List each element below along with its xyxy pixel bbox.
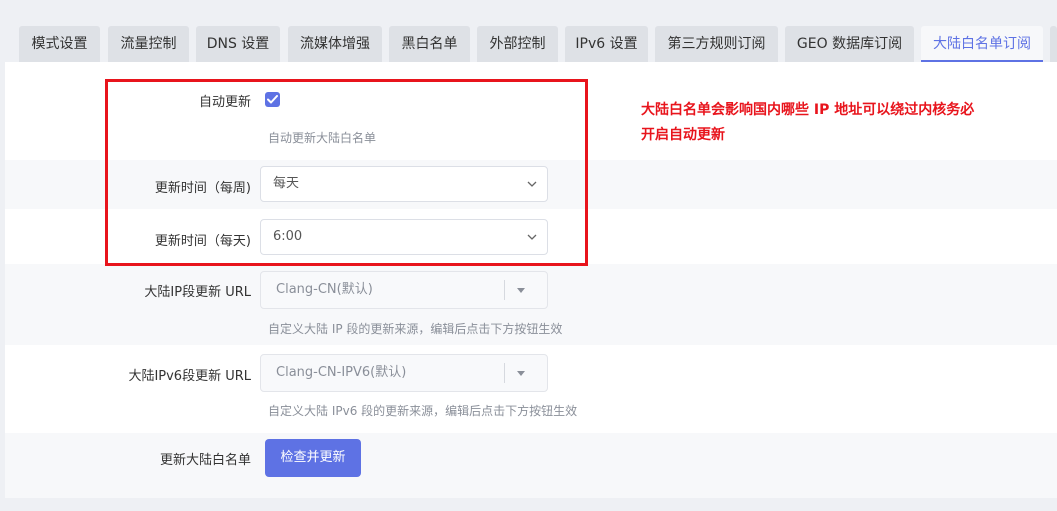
weekly-time-label: 更新时间（每周) xyxy=(154,181,251,196)
daily-time-select[interactable]: 6:00 xyxy=(260,219,548,255)
tab-traffic-control[interactable]: 流量控制 xyxy=(108,26,189,62)
auto-update-label: 自动更新 xyxy=(198,95,251,110)
tab-mode-settings[interactable]: 模式设置 xyxy=(19,26,100,62)
tab-mainland-whitelist[interactable]: 大陆白名单订阅 xyxy=(921,26,1043,62)
auto-update-checkbox[interactable] xyxy=(265,92,280,107)
annotation-note: 大陆白名单会影响国内哪些 IP 地址可以绕过内核务必开启自动更新 xyxy=(641,102,975,143)
tab-dns-settings[interactable]: DNS 设置 xyxy=(196,26,280,62)
ip-url-description: 自定义大陆 IP 段的更新来源，编辑后点击下方按钮生效 xyxy=(268,322,563,336)
ip-url-value: Clang-CN(默认) xyxy=(276,282,373,297)
ipv6-url-select[interactable]: Clang-CN-IPV6(默认) xyxy=(260,354,548,392)
check-icon xyxy=(267,95,278,104)
ip-url-row: 大陆IP段更新 URL Clang-CN(默认) 自定义大陆 IP 段的更新来源… xyxy=(5,264,1057,345)
tab-bar: 模式设置 流量控制 DNS 设置 流媒体增强 黑白名单 外部控制 IPv6 设置… xyxy=(0,0,1057,64)
weekly-time-select[interactable]: 每天 xyxy=(260,166,548,202)
chevron-down-icon xyxy=(525,167,539,201)
tab-black-white-list[interactable]: 黑白名单 xyxy=(389,26,470,62)
daily-time-label: 更新时间（每天) xyxy=(154,234,251,249)
ipv6-url-row: 大陆IPv6段更新 URL Clang-CN-IPV6(默认) 自定义大陆 IP… xyxy=(5,345,1057,433)
ipv6-url-label: 大陆IPv6段更新 URL xyxy=(128,369,251,384)
tab-external-control[interactable]: 外部控制 xyxy=(477,26,558,62)
ip-url-select[interactable]: Clang-CN(默认) xyxy=(260,271,548,309)
auto-update-description: 自动更新大陆白名单 xyxy=(268,131,377,145)
tab-overflow[interactable] xyxy=(1050,26,1057,62)
daily-time-value: 6:00 xyxy=(273,229,303,244)
weekly-time-row: 更新时间（每周) 每天 xyxy=(5,160,1057,209)
tab-third-party-rules[interactable]: 第三方规则订阅 xyxy=(655,26,778,62)
chevron-down-icon xyxy=(525,220,539,254)
ipv6-url-value: Clang-CN-IPV6(默认) xyxy=(276,365,407,380)
ip-url-label: 大陆IP段更新 URL xyxy=(144,285,251,300)
weekly-time-value: 每天 xyxy=(273,176,300,191)
caret-down-icon xyxy=(514,272,528,308)
tab-geo-database[interactable]: GEO 数据库订阅 xyxy=(785,26,914,62)
ipv6-url-description: 自定义大陆 IPv6 段的更新来源，编辑后点击下方按钮生效 xyxy=(268,404,578,418)
tab-streaming-enhance[interactable]: 流媒体增强 xyxy=(288,26,382,62)
update-whitelist-row: 更新大陆白名单 检查并更新 xyxy=(5,433,1057,498)
tab-ipv6-settings[interactable]: IPv6 设置 xyxy=(565,26,648,62)
daily-time-row: 更新时间（每天) 6:00 xyxy=(5,209,1057,264)
combo-divider xyxy=(504,280,505,300)
update-whitelist-label: 更新大陆白名单 xyxy=(159,453,251,468)
check-and-update-button[interactable]: 检查并更新 xyxy=(265,439,361,477)
combo-divider xyxy=(504,363,505,383)
caret-down-icon xyxy=(514,355,528,391)
